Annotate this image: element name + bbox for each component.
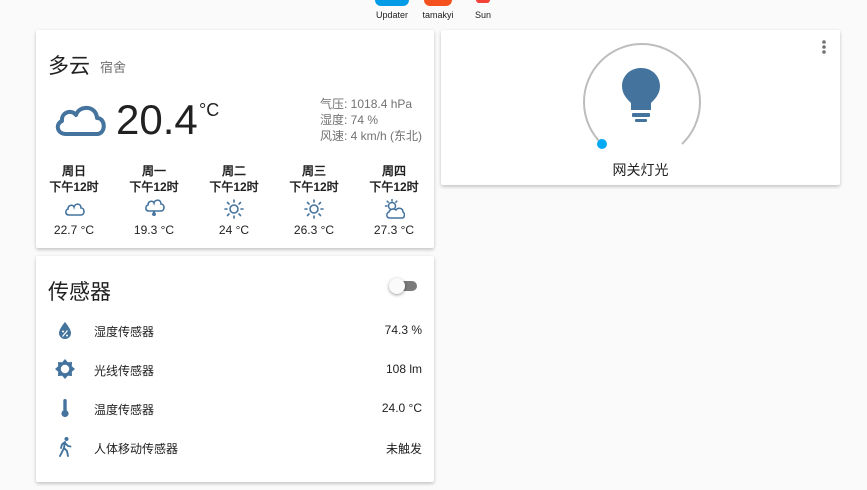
badge-tamakyi-label: tamakyi bbox=[422, 10, 454, 20]
toggle-knob bbox=[389, 278, 405, 294]
sensor-card: 传感器 湿度传感器 74.3 % 光线传感器 108 lm 温度传感器 24.0… bbox=[36, 256, 434, 482]
sensor-value: 未触发 bbox=[385, 442, 422, 456]
forecast-day: 周四 bbox=[381, 164, 406, 178]
sensor-value: 24.0 °C bbox=[381, 401, 422, 415]
sunny-icon bbox=[224, 199, 244, 219]
brightness-dial[interactable] bbox=[581, 40, 701, 170]
cloudy-icon bbox=[65, 203, 85, 216]
sensor-row[interactable]: 光线传感器 108 lm bbox=[36, 350, 434, 389]
walk-icon bbox=[59, 437, 72, 457]
weather-temperature-unit: °C bbox=[199, 100, 220, 120]
forecast-time: 下午12时 bbox=[129, 180, 179, 194]
badge-tamakyi-pill bbox=[424, 0, 452, 6]
sensor-row[interactable]: 人体移动传感器 未触发 bbox=[36, 428, 434, 467]
sensor-card-title: 传感器 bbox=[48, 281, 111, 304]
weather-wind: 风速: 4 km/h (东北) bbox=[320, 129, 423, 143]
sensor-row[interactable]: 温度传感器 24.0 °C bbox=[36, 389, 434, 428]
thermometer-icon bbox=[61, 399, 69, 418]
weather-pressure: 气压: 1018.4 hPa bbox=[320, 97, 413, 111]
sensor-row[interactable]: 湿度传感器 74.3 % bbox=[36, 311, 434, 350]
weather-attributes: 气压: 1018.4 hPa 湿度: 74 % 风速: 4 km/h (东北) bbox=[320, 96, 422, 144]
sensor-value: 108 lm bbox=[385, 362, 422, 376]
forecast-day: 周三 bbox=[301, 164, 326, 178]
weather-humidity: 湿度: 74 % bbox=[320, 113, 379, 127]
water-percent-icon bbox=[59, 322, 71, 339]
partly-cloudy-icon bbox=[384, 199, 405, 219]
badge-sun[interactable]: Sun bbox=[465, 0, 501, 20]
forecast-time: 下午12时 bbox=[209, 180, 259, 194]
forecast-item: 周日 下午12时 22.7 °C bbox=[34, 163, 114, 237]
sensor-name: 湿度传感器 bbox=[94, 325, 155, 339]
weather-condition: 多云 bbox=[48, 55, 90, 78]
badge-sun-label: Sun bbox=[474, 10, 491, 20]
cloudy-icon bbox=[55, 105, 106, 136]
forecast-temp: 22.7 °C bbox=[53, 223, 95, 237]
sensor-name: 光线传感器 bbox=[94, 364, 155, 378]
weather-location: 宿舍 bbox=[100, 60, 127, 75]
more-vert-icon[interactable] bbox=[818, 38, 830, 56]
forecast-item: 周二 下午12时 24 °C bbox=[194, 163, 274, 237]
rain-icon bbox=[145, 199, 165, 216]
forecast-day: 周二 bbox=[221, 164, 246, 178]
forecast-time: 下午12时 bbox=[49, 180, 99, 194]
badge-updater[interactable]: Updater bbox=[372, 0, 412, 20]
forecast-temp: 24 °C bbox=[218, 223, 250, 237]
lightbulb-icon[interactable] bbox=[622, 68, 660, 122]
badge-updater-pill bbox=[375, 0, 409, 6]
forecast-temp: 26.3 °C bbox=[293, 223, 335, 237]
forecast-day: 周一 bbox=[141, 164, 166, 178]
forecast-item: 周四 下午12时 27.3 °C bbox=[354, 163, 434, 237]
weather-forecast: 周日 下午12时 22.7 °C 周一 下午12时 19.3 °C 周二 下午1… bbox=[36, 163, 434, 243]
forecast-day: 周日 bbox=[61, 164, 86, 178]
light-name: 网关灯光 bbox=[612, 162, 669, 178]
forecast-time: 下午12时 bbox=[289, 180, 339, 194]
sensor-name: 温度传感器 bbox=[94, 403, 155, 417]
badge-tamakyi[interactable]: tamakyi bbox=[418, 0, 458, 20]
forecast-time: 下午12时 bbox=[369, 180, 419, 194]
badge-updater-label: Updater bbox=[375, 10, 409, 20]
badges-bar: Updater tamakyi Sun bbox=[0, 0, 867, 26]
sunny-icon bbox=[304, 199, 324, 219]
weather-card[interactable]: 多云 宿舍 20.4 °C 气压: 1018.4 hPa 湿度: 74 % 风速… bbox=[36, 30, 434, 248]
forecast-item: 周三 下午12时 26.3 °C bbox=[274, 163, 354, 237]
brightness-icon bbox=[55, 359, 75, 379]
weather-temperature: 20.4 bbox=[116, 96, 198, 143]
sensor-toggle[interactable] bbox=[389, 278, 419, 294]
sensor-name: 人体移动传感器 bbox=[94, 442, 179, 456]
sensor-value: 74.3 % bbox=[384, 323, 422, 337]
forecast-temp: 19.3 °C bbox=[133, 223, 175, 237]
light-card: 网关灯光 bbox=[441, 30, 840, 185]
brightness-dial-handle[interactable] bbox=[597, 139, 607, 149]
forecast-item: 周一 下午12时 19.3 °C bbox=[114, 163, 194, 237]
badge-sun-pill bbox=[476, 0, 490, 3]
forecast-temp: 27.3 °C bbox=[373, 223, 415, 237]
